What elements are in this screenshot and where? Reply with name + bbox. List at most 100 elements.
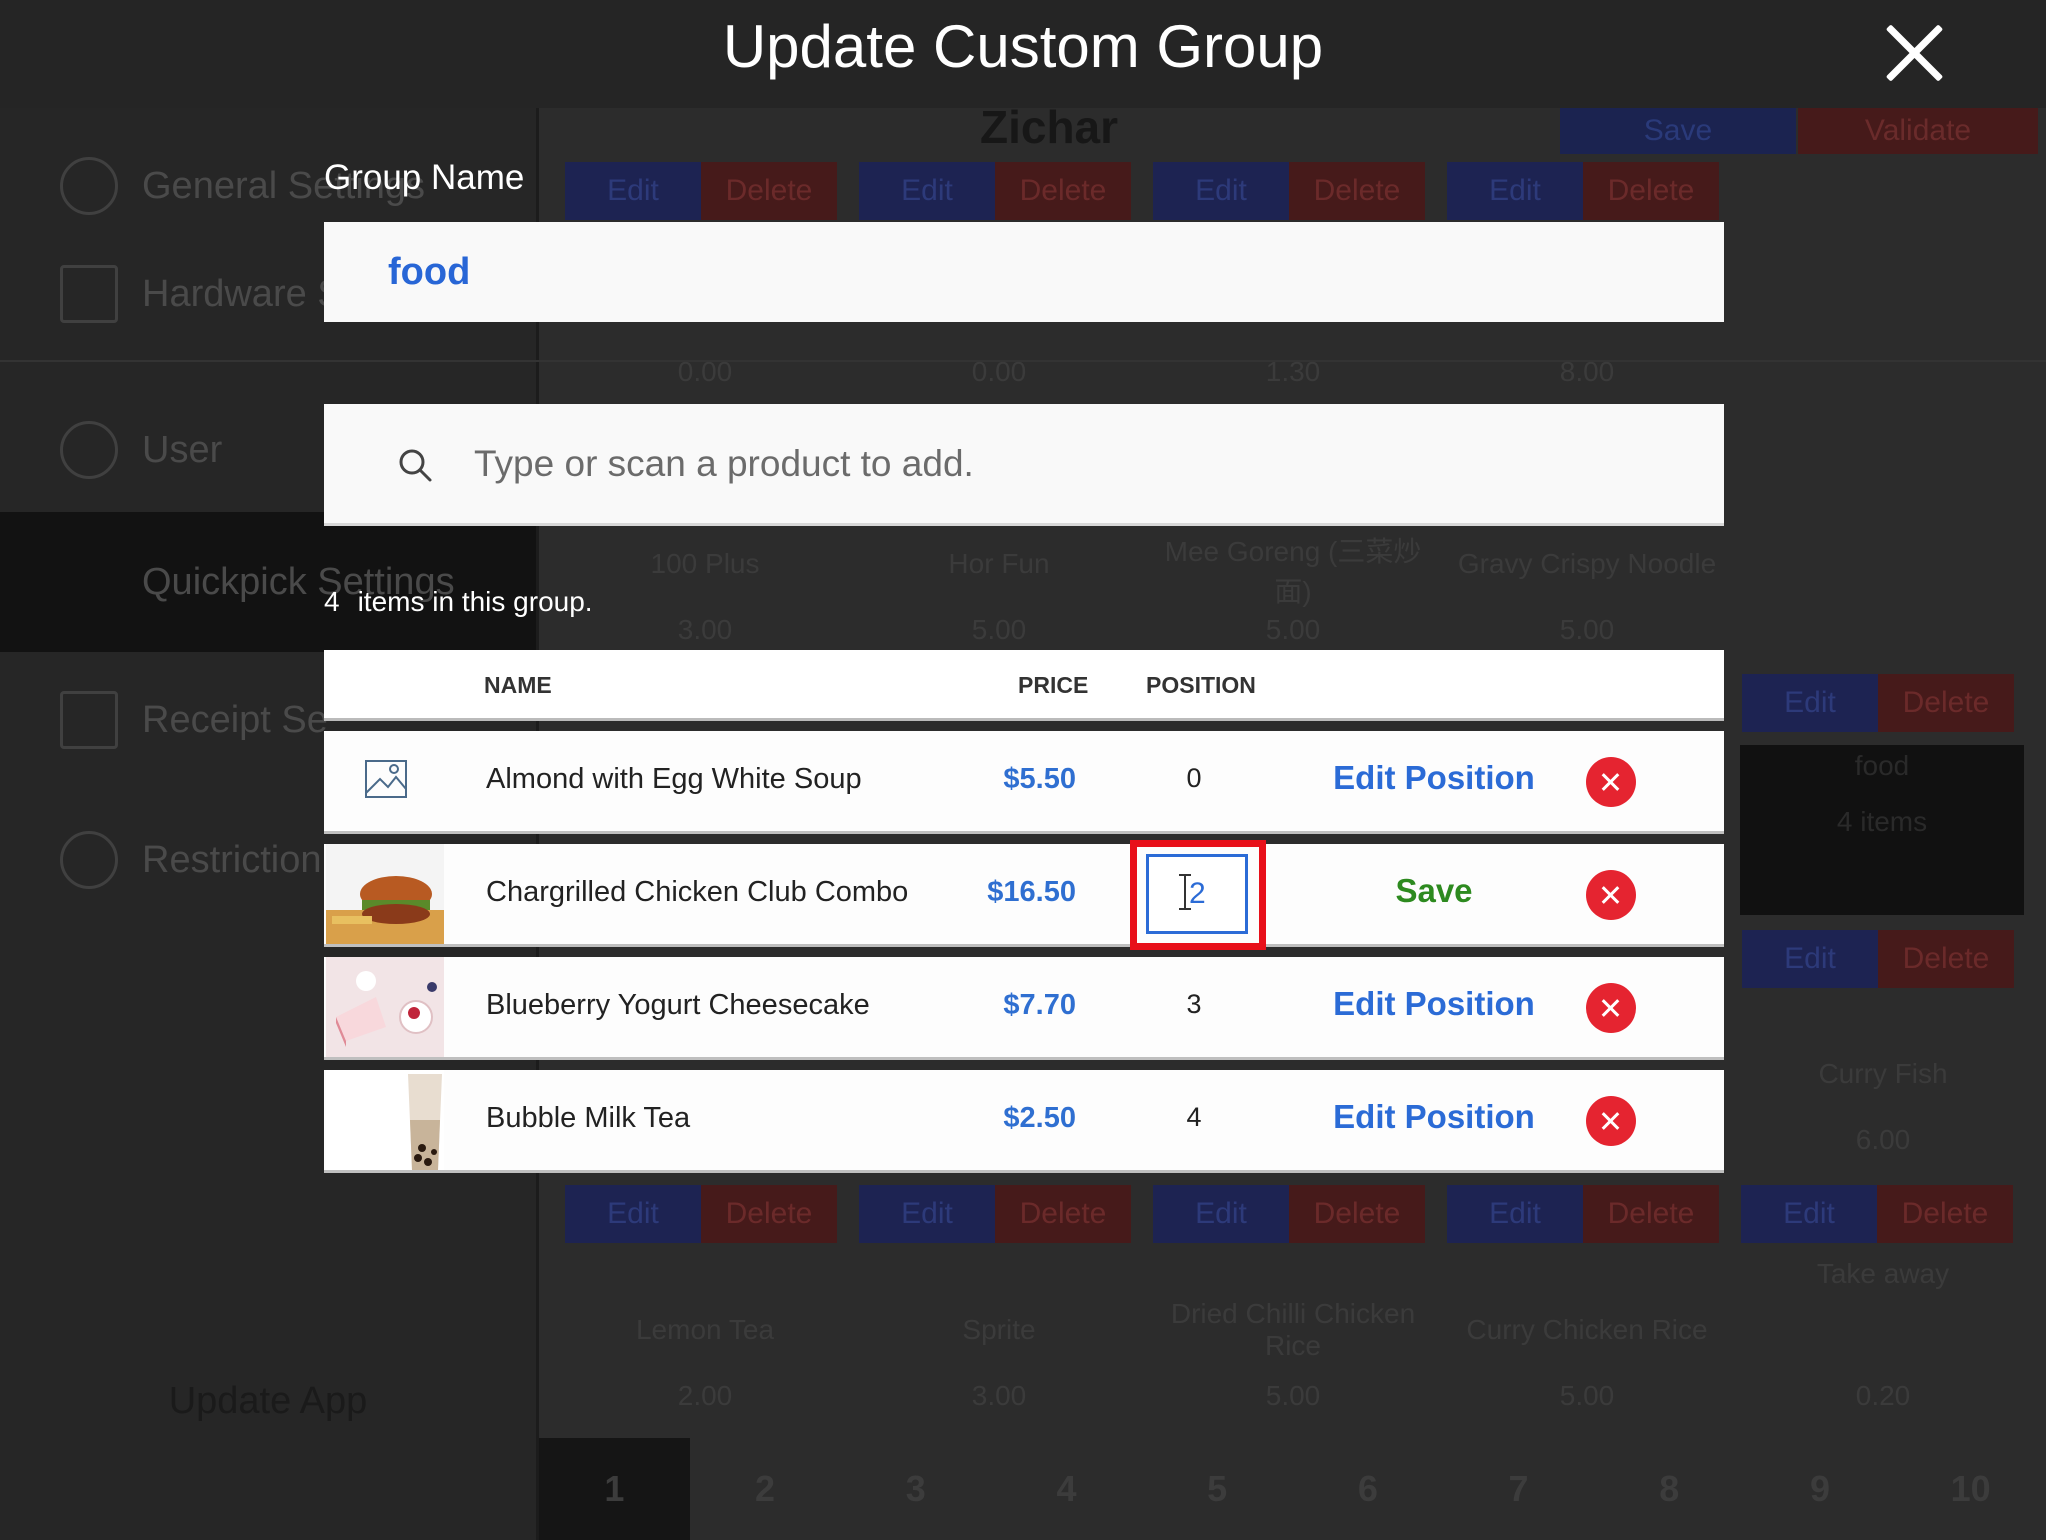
bg-product: Lemon Tea: [635, 1314, 775, 1345]
bg-page-3: 3: [905, 1468, 926, 1509]
bg-price: 6.00: [1855, 1124, 1911, 1155]
bg-page-7: 7: [1508, 1468, 1529, 1509]
product-thumbnail: [326, 1070, 444, 1170]
edit-position-button[interactable]: Edit Position: [1304, 1098, 1564, 1136]
background-pagination: 1 2 3 4 5 6 7 8 9 10: [539, 1438, 2046, 1540]
bg-edit-button: Edit: [859, 1185, 995, 1243]
bg-price: 5.00: [1265, 614, 1321, 645]
bg-delete-button: Delete: [1877, 1185, 2013, 1243]
remove-icon[interactable]: [1586, 1096, 1636, 1146]
column-header-price: PRICE: [1018, 672, 1089, 698]
bg-page-4: 4: [1056, 1468, 1077, 1509]
group-name-input[interactable]: [324, 222, 1724, 322]
bg-price: 5.00: [1559, 614, 1615, 645]
bg-page-9: 9: [1809, 1468, 1830, 1509]
modal-title: Update Custom Group: [722, 13, 1324, 80]
remove-icon[interactable]: [1586, 870, 1636, 920]
image-placeholder-icon: [365, 760, 407, 798]
bg-food-tile-name: food: [1854, 750, 1910, 781]
items-count-number: 4: [324, 586, 340, 617]
column-header-position: POSITION: [1146, 672, 1256, 698]
product-price: $2.50: [1003, 1102, 1076, 1134]
bg-product: Hor Fun: [948, 548, 1050, 579]
bg-price: 5.00: [1265, 1380, 1321, 1411]
table-row: Chargrilled Chicken Club Combo $16.50 Sa…: [324, 840, 1724, 950]
bg-edit-button: Edit: [1447, 1185, 1583, 1243]
bg-price: 5.00: [971, 614, 1027, 645]
restriction-icon: [60, 831, 118, 889]
text-cursor-icon: [1179, 874, 1191, 910]
table-row: Bubble Milk Tea $2.50 4 Edit Position: [324, 1070, 1724, 1173]
product-search-input[interactable]: [472, 428, 1676, 500]
monitor-icon: [60, 265, 118, 323]
background-button-row: Edit Delete Edit Delete Edit Delete Edit Del…: [565, 1185, 2013, 1243]
bg-delete-button: Delete: [1878, 674, 2014, 732]
bg-price: 0.00: [971, 356, 1027, 387]
bg-price: 3.00: [971, 1380, 1027, 1411]
bg-edit-button: Edit: [859, 162, 995, 220]
bg-edit-button: Edit: [1741, 1185, 1877, 1243]
bg-edit-button: Edit: [1742, 930, 1878, 988]
background-validate-button: Validate: [1798, 108, 2038, 154]
bg-page-10: 10: [1950, 1468, 1991, 1509]
bg-delete-button: Delete: [1289, 1185, 1425, 1243]
burger-image: [326, 844, 444, 944]
bg-delete-button: Delete: [701, 162, 837, 220]
remove-icon[interactable]: [1586, 757, 1636, 807]
position-input[interactable]: [1146, 854, 1248, 934]
product-name: Blueberry Yogurt Cheesecake: [486, 989, 870, 1021]
bg-product: Mee Goreng (三菜炒面): [1164, 536, 1422, 607]
edit-position-button[interactable]: Edit Position: [1304, 985, 1564, 1023]
background-button-row: Edit Delete Edit Delete Edit Delete Edit Del…: [565, 162, 1719, 220]
product-name: Almond with Egg White Soup: [486, 763, 862, 795]
bg-edit-button: Edit: [1447, 162, 1583, 220]
table-row: Blueberry Yogurt Cheesecake $7.70 3 Edit…: [324, 957, 1724, 1060]
group-items-table: NAME PRICE POSITION Almond with Egg Whit…: [324, 650, 1724, 1173]
product-name: Bubble Milk Tea: [486, 1102, 691, 1134]
bg-food-tile-count: 4 items: [1836, 806, 1928, 837]
bubble-tea-image: [326, 1070, 444, 1170]
product-price: $16.50: [987, 876, 1076, 908]
bg-edit-button: Edit: [565, 162, 701, 220]
bg-price: 2.00: [677, 1380, 733, 1411]
bg-delete-button: Delete: [995, 162, 1131, 220]
edit-position-button[interactable]: Edit Position: [1304, 759, 1564, 797]
product-search-box: [324, 404, 1724, 526]
bg-delete-button: Delete: [1878, 930, 2014, 988]
gear-icon: [60, 157, 118, 215]
bg-edit-button: Edit: [1742, 674, 1878, 732]
bg-edit-button: Edit: [1153, 162, 1289, 220]
bg-page-6: 6: [1357, 1468, 1378, 1509]
column-header-name: NAME: [484, 672, 552, 698]
update-app-button: Update App: [168, 1380, 368, 1422]
table-row: Almond with Egg White Soup $5.50 0 Edit …: [324, 731, 1724, 834]
bg-delete-button: Delete: [1583, 162, 1719, 220]
product-name: Chargrilled Chicken Club Combo: [486, 876, 909, 908]
items-count: 4 items in this group.: [324, 586, 593, 618]
background-button-row: Edit Delete: [1742, 674, 2014, 732]
bg-product: Curry Fish: [1818, 1058, 1948, 1089]
bg-page-1: 1: [539, 1438, 690, 1540]
product-position: 3: [1186, 989, 1202, 1019]
user-icon: [60, 421, 118, 479]
bg-price: 0.00: [677, 356, 733, 387]
remove-icon[interactable]: [1586, 983, 1636, 1033]
quickpick-icon: [60, 553, 118, 611]
bg-price: 8.00: [1559, 356, 1615, 387]
product-position: 0: [1186, 763, 1202, 793]
bg-price: 3.00: [677, 614, 733, 645]
receipt-icon: [60, 691, 118, 749]
close-icon[interactable]: [1880, 18, 1950, 88]
bg-product: Gravy Crispy Noodle: [1457, 548, 1717, 579]
bg-price: 0.20: [1855, 1380, 1911, 1411]
group-name-label: Group Name: [324, 158, 525, 197]
product-price: $5.50: [1003, 763, 1076, 795]
save-position-button[interactable]: Save: [1304, 872, 1564, 910]
bg-product: Curry Chicken Rice: [1466, 1314, 1708, 1345]
table-header: NAME PRICE POSITION: [324, 650, 1724, 721]
search-icon: [399, 449, 432, 482]
background-title: Zichar: [980, 101, 1119, 153]
product-position: 4: [1186, 1102, 1202, 1132]
sidebar-item-quickpick: Quickpick Settings: [0, 512, 536, 652]
bg-page-5: 5: [1207, 1468, 1228, 1509]
